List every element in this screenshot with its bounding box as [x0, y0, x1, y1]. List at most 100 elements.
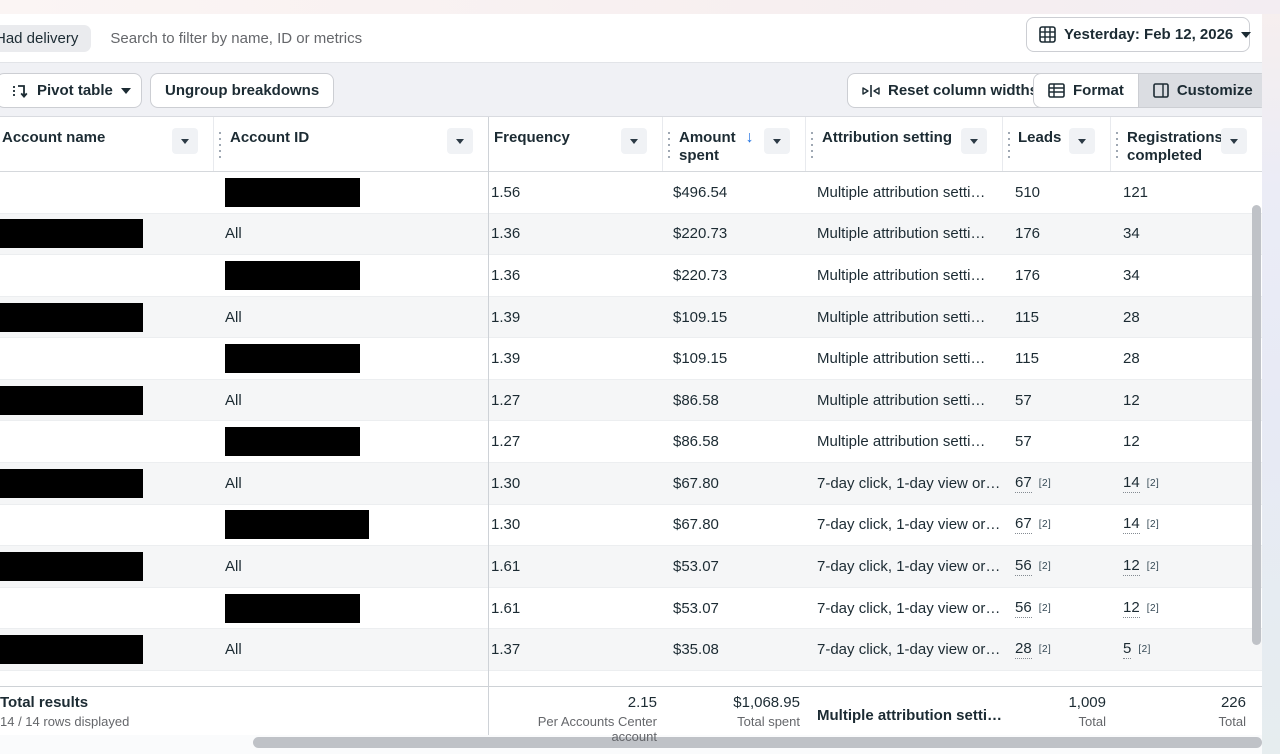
- leads-cell: 510: [1003, 172, 1111, 213]
- leads-value: 176: [1015, 225, 1040, 242]
- had-delivery-filter-chip[interactable]: Had delivery: [0, 25, 91, 52]
- amount-spent-value: $220.73: [673, 225, 727, 242]
- format-button[interactable]: Format: [1034, 74, 1138, 107]
- table-row[interactable]: All1.30$67.807-day click, 1-day view or……: [0, 463, 1262, 505]
- table-footer-totals: Total results 14 / 14 rows displayed 2.1…: [0, 686, 1262, 735]
- attribution-setting-value: Multiple attribution setti…: [817, 267, 985, 284]
- ungroup-breakdowns-button[interactable]: Ungroup breakdowns: [150, 73, 334, 108]
- amount-spent-value: $109.15: [673, 350, 727, 367]
- table-row[interactable]: 1.61$53.077-day click, 1-day view or…56[…: [0, 588, 1262, 630]
- collapse-width-icon: [862, 84, 880, 98]
- leads-total-value: 1,009: [1003, 694, 1106, 711]
- leads-footnote-marker: [2]: [1039, 644, 1052, 655]
- table-row[interactable]: All1.61$53.077-day click, 1-day view or……: [0, 546, 1262, 588]
- table-row[interactable]: 1.36$220.73Multiple attribution setti…17…: [0, 255, 1262, 297]
- account-name-cell: [0, 338, 214, 379]
- customize-button[interactable]: Customize: [1138, 74, 1267, 107]
- table-row[interactable]: 1.30$67.807-day click, 1-day view or…67[…: [0, 505, 1262, 547]
- leads-cell: 67[2]: [1003, 505, 1111, 546]
- redacted-account-name: [0, 552, 143, 581]
- account-id-value: All: [225, 558, 242, 575]
- amount-spent-cell: $53.07: [663, 588, 806, 629]
- table-row[interactable]: All1.27$86.58Multiple attribution setti……: [0, 380, 1262, 422]
- total-results-cell: Total results 14 / 14 rows displayed: [0, 687, 489, 744]
- leads-value: 510: [1015, 184, 1040, 201]
- attribution-setting-value: Multiple attribution setti…: [817, 309, 985, 326]
- drag-handle-icon[interactable]: [219, 132, 221, 158]
- amount-spent-value: $86.58: [673, 433, 719, 450]
- column-menu-button[interactable]: [961, 128, 987, 154]
- leads-value: 56: [1015, 599, 1032, 618]
- registrations-header-label-line1: Registrations: [1127, 129, 1223, 146]
- calendar-grid-icon: [1039, 26, 1056, 43]
- drag-handle-icon[interactable]: [1008, 132, 1010, 158]
- attribution-setting-cell: 7-day click, 1-day view or…: [806, 546, 1003, 587]
- registrations-completed-cell: 121: [1111, 172, 1262, 213]
- leads-value: 57: [1015, 392, 1032, 409]
- account-name-cell: [0, 629, 214, 670]
- table-row[interactable]: 1.27$86.58Multiple attribution setti…571…: [0, 421, 1262, 463]
- leads-cell: 56[2]: [1003, 588, 1111, 629]
- attribution-setting-value: 7-day click, 1-day view or…: [817, 600, 1000, 617]
- drag-handle-icon[interactable]: [1116, 132, 1118, 158]
- leads-total-cell: 1,009 Total: [1003, 687, 1111, 744]
- account-id-value: All: [225, 392, 242, 409]
- registrations-value: 28: [1123, 309, 1140, 326]
- toolbar: Pivot table Ungroup breakdowns Reset col…: [0, 63, 1262, 117]
- amount-total-value: $1,068.95: [663, 694, 800, 711]
- column-menu-button[interactable]: [764, 128, 790, 154]
- attribution-setting-value: Multiple attribution setti…: [817, 225, 985, 242]
- account-id-value: All: [225, 309, 242, 326]
- registrations-footnote-marker: [2]: [1147, 603, 1160, 614]
- pivot-table-icon: [11, 82, 29, 100]
- date-range-button[interactable]: Yesterday: Feb 12, 2026: [1026, 17, 1250, 52]
- amount-spent-cell: $220.73: [663, 255, 806, 296]
- column-menu-button[interactable]: [172, 128, 198, 154]
- amount-spent-cell: $109.15: [663, 338, 806, 379]
- column-header-frequency[interactable]: Frequency: [489, 117, 663, 171]
- column-header-amount-spent[interactable]: Amount↓ spent: [663, 117, 806, 171]
- filter-bar: Had delivery Yesterday: Feb 12, 2026: [0, 14, 1262, 63]
- column-menu-button[interactable]: [1069, 128, 1095, 154]
- table-row[interactable]: All1.39$109.15Multiple attribution setti…: [0, 297, 1262, 339]
- table-row[interactable]: 1.39$109.15Multiple attribution setti…11…: [0, 338, 1262, 380]
- frequency-cell: 1.36: [489, 214, 663, 255]
- leads-cell: 176: [1003, 214, 1111, 255]
- reset-column-widths-label: Reset column widths: [888, 82, 1038, 99]
- drag-handle-icon[interactable]: [811, 132, 813, 158]
- attribution-setting-cell: Multiple attribution setti…: [806, 421, 1003, 462]
- table-body: 1.56$496.54Multiple attribution setti…51…: [0, 172, 1262, 671]
- redacted-account-name: [0, 303, 143, 332]
- registrations-value: 34: [1123, 267, 1140, 284]
- amount-spent-value: $35.08: [673, 641, 719, 658]
- amount-spent-cell: $220.73: [663, 214, 806, 255]
- column-menu-button[interactable]: [1221, 128, 1247, 154]
- search-input[interactable]: [110, 30, 670, 47]
- frequency-value: 1.36: [491, 225, 520, 242]
- account-name-cell: [0, 172, 214, 213]
- reset-column-widths-button[interactable]: Reset column widths: [847, 73, 1053, 108]
- pivot-table-button[interactable]: Pivot table: [0, 73, 142, 108]
- attribution-setting-value: Multiple attribution setti…: [817, 184, 985, 201]
- leads-footnote-marker: [2]: [1039, 519, 1052, 530]
- leads-value: 67: [1015, 474, 1032, 493]
- column-header-account-id[interactable]: Account ID: [214, 117, 489, 171]
- leads-footnote-marker: [2]: [1039, 478, 1052, 489]
- column-header-attribution-setting[interactable]: Attribution setting: [806, 117, 1003, 171]
- drag-handle-icon[interactable]: [668, 132, 670, 158]
- registrations-value: 28: [1123, 350, 1140, 367]
- account-id-cell: All: [214, 380, 489, 421]
- column-header-account-name[interactable]: Account name: [0, 117, 214, 171]
- table-row[interactable]: All1.37$35.087-day click, 1-day view or……: [0, 629, 1262, 671]
- column-menu-button[interactable]: [447, 128, 473, 154]
- column-header-leads[interactable]: Leads: [1003, 117, 1111, 171]
- frequency-value: 1.39: [491, 350, 520, 367]
- registrations-footnote-marker: [2]: [1138, 644, 1151, 655]
- column-header-registrations-completed[interactable]: Registrations completed: [1111, 117, 1262, 171]
- vertical-scrollbar-thumb[interactable]: [1252, 205, 1261, 645]
- table-row[interactable]: 1.56$496.54Multiple attribution setti…51…: [0, 172, 1262, 214]
- registrations-completed-cell: 28: [1111, 297, 1262, 338]
- redacted-account-id: [225, 261, 360, 290]
- column-menu-button[interactable]: [621, 128, 647, 154]
- table-row[interactable]: All1.36$220.73Multiple attribution setti…: [0, 214, 1262, 256]
